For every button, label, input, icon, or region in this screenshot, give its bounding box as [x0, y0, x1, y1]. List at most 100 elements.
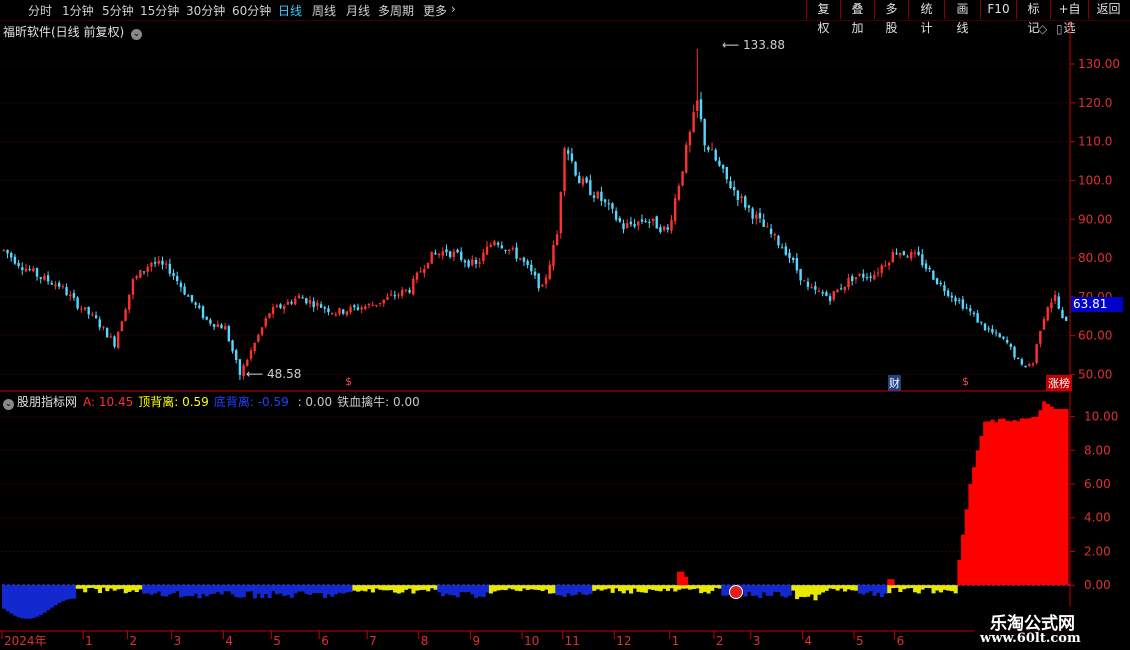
period-tab-0[interactable]: 分时 — [28, 2, 52, 19]
toolbar-button-8[interactable]: 返回 — [1088, 0, 1128, 19]
event-marker-rank[interactable]: 涨榜 — [1046, 375, 1072, 391]
bottom-divergence-bar — [2, 585, 7, 609]
period-tab-6[interactable]: 日线 — [278, 2, 302, 19]
candle-body — [246, 359, 249, 366]
event-marker-dollar[interactable]: $ — [345, 375, 352, 388]
toolbar-button-5[interactable]: F10 — [980, 0, 1016, 19]
period-tab-10[interactable]: 更多 — [423, 2, 447, 19]
candle-body — [434, 252, 437, 255]
bottom-divergence-bar — [573, 585, 578, 595]
indicator-item-1: 顶背离: 0.59 — [138, 395, 209, 409]
candle-body — [976, 313, 979, 323]
toolbar-button-4[interactable]: 画线 — [944, 0, 980, 35]
candle-body — [692, 112, 695, 132]
candle-body — [1013, 346, 1016, 358]
chevron-down-icon[interactable]: ⌄ — [3, 399, 14, 410]
top-divergence-bar — [75, 585, 80, 589]
bottom-divergence-bar — [190, 585, 195, 597]
candle-body — [714, 149, 717, 161]
a-bar — [1008, 421, 1014, 586]
candle-body — [618, 217, 622, 222]
date-tick-label: 5 — [856, 634, 864, 648]
bottom-divergence-bar — [160, 585, 165, 597]
a-bar — [983, 421, 988, 586]
toolbar-button-2[interactable]: 多股 — [874, 0, 908, 35]
candle-body — [426, 262, 430, 269]
event-marker-dollar-2[interactable]: $ — [962, 375, 969, 388]
top-divergence-bar — [887, 585, 892, 594]
chevron-down-icon[interactable]: ⌄ — [131, 29, 143, 40]
bottom-divergence-bar — [201, 585, 206, 594]
top-divergence-bar — [710, 585, 715, 591]
candle-body — [515, 247, 518, 259]
candle-body — [1042, 318, 1046, 330]
chevron-right-icon[interactable]: › — [451, 2, 456, 16]
top-divergence-bar — [112, 585, 117, 591]
bottom-divergence-bar — [5, 585, 10, 612]
top-divergence-bar — [946, 585, 951, 591]
period-tab-4[interactable]: 30分钟 — [186, 2, 225, 19]
bottom-divergence-bar — [278, 585, 283, 594]
bottom-divergence-bar — [13, 585, 18, 616]
top-divergence-bar — [839, 585, 844, 589]
candle-body — [869, 276, 872, 278]
candle-body — [179, 282, 183, 288]
top-divergence-bar — [422, 585, 427, 590]
candle-body — [795, 258, 799, 271]
candle-body — [142, 271, 146, 273]
candle-body — [253, 342, 256, 352]
top-divergence-bar — [378, 585, 383, 590]
bottom-divergence-bar — [72, 585, 77, 599]
period-tab-5[interactable]: 60分钟 — [232, 2, 271, 19]
candle-body — [279, 304, 282, 308]
bottom-divergence-bar — [53, 585, 58, 606]
event-marker-finance[interactable]: 财 — [888, 375, 901, 391]
top-divergence-bar — [415, 585, 420, 591]
candle-body — [412, 278, 415, 295]
top-divergence-bar — [105, 585, 110, 592]
panel-toggle-icon[interactable]: ▯ — [1056, 22, 1063, 36]
diamond-icon[interactable]: ◇ — [1038, 22, 1047, 36]
toolbar-button-1[interactable]: 叠加 — [840, 0, 874, 35]
period-tab-7[interactable]: 周线 — [312, 2, 336, 19]
price-tick-label: 110.0 — [1078, 135, 1112, 149]
period-tab-1[interactable]: 1分钟 — [62, 2, 94, 19]
candle-body — [895, 253, 898, 255]
site-watermark: 乐淘公式网 www.60lt.com — [974, 606, 1126, 650]
toolbar-button-0[interactable]: 复权 — [806, 0, 840, 35]
period-tab-8[interactable]: 月线 — [346, 2, 370, 19]
toolbar-button-7[interactable]: +自选 — [1050, 0, 1088, 35]
candle-body — [190, 295, 194, 302]
toolbar-button-3[interactable]: 统计 — [908, 0, 944, 35]
period-tab-9[interactable]: 多周期 — [378, 2, 414, 19]
bottom-divergence-bar — [448, 585, 453, 596]
bottom-divergence-bar — [750, 585, 755, 596]
top-divergence-bar — [599, 585, 604, 591]
candle-body — [629, 221, 633, 225]
bottom-divergence-bar — [319, 585, 324, 594]
candle-body — [946, 290, 950, 296]
period-tab-2[interactable]: 5分钟 — [102, 2, 134, 19]
chart-title[interactable]: 福昕软件(日线 前复权) ⌄ — [3, 23, 143, 40]
candle-body — [463, 260, 467, 263]
bottom-divergence-bar — [238, 585, 243, 598]
bottom-divergence-bar — [212, 585, 217, 594]
top-divergence-bar — [610, 585, 615, 593]
bottom-divergence-bar — [558, 585, 564, 596]
high-price-label: ⟵ 133.88 — [722, 38, 786, 52]
top-divergence-bar — [905, 585, 910, 589]
top-divergence-bar — [713, 585, 718, 588]
bottom-divergence-bar — [577, 585, 582, 592]
candle-body — [614, 210, 618, 220]
bottom-divergence-bar — [308, 585, 313, 595]
candle-body — [581, 178, 585, 185]
candle-body — [1061, 310, 1064, 319]
candle-body — [17, 262, 20, 266]
candle-body — [858, 273, 861, 276]
candle-body — [242, 365, 245, 376]
period-tab-3[interactable]: 15分钟 — [140, 2, 179, 19]
bottom-divergence-bar — [444, 585, 449, 594]
candle-body — [600, 191, 603, 201]
indicator-tick-label: 8.00 — [1084, 443, 1111, 457]
toolbar-button-6[interactable]: 标记 — [1016, 0, 1050, 35]
